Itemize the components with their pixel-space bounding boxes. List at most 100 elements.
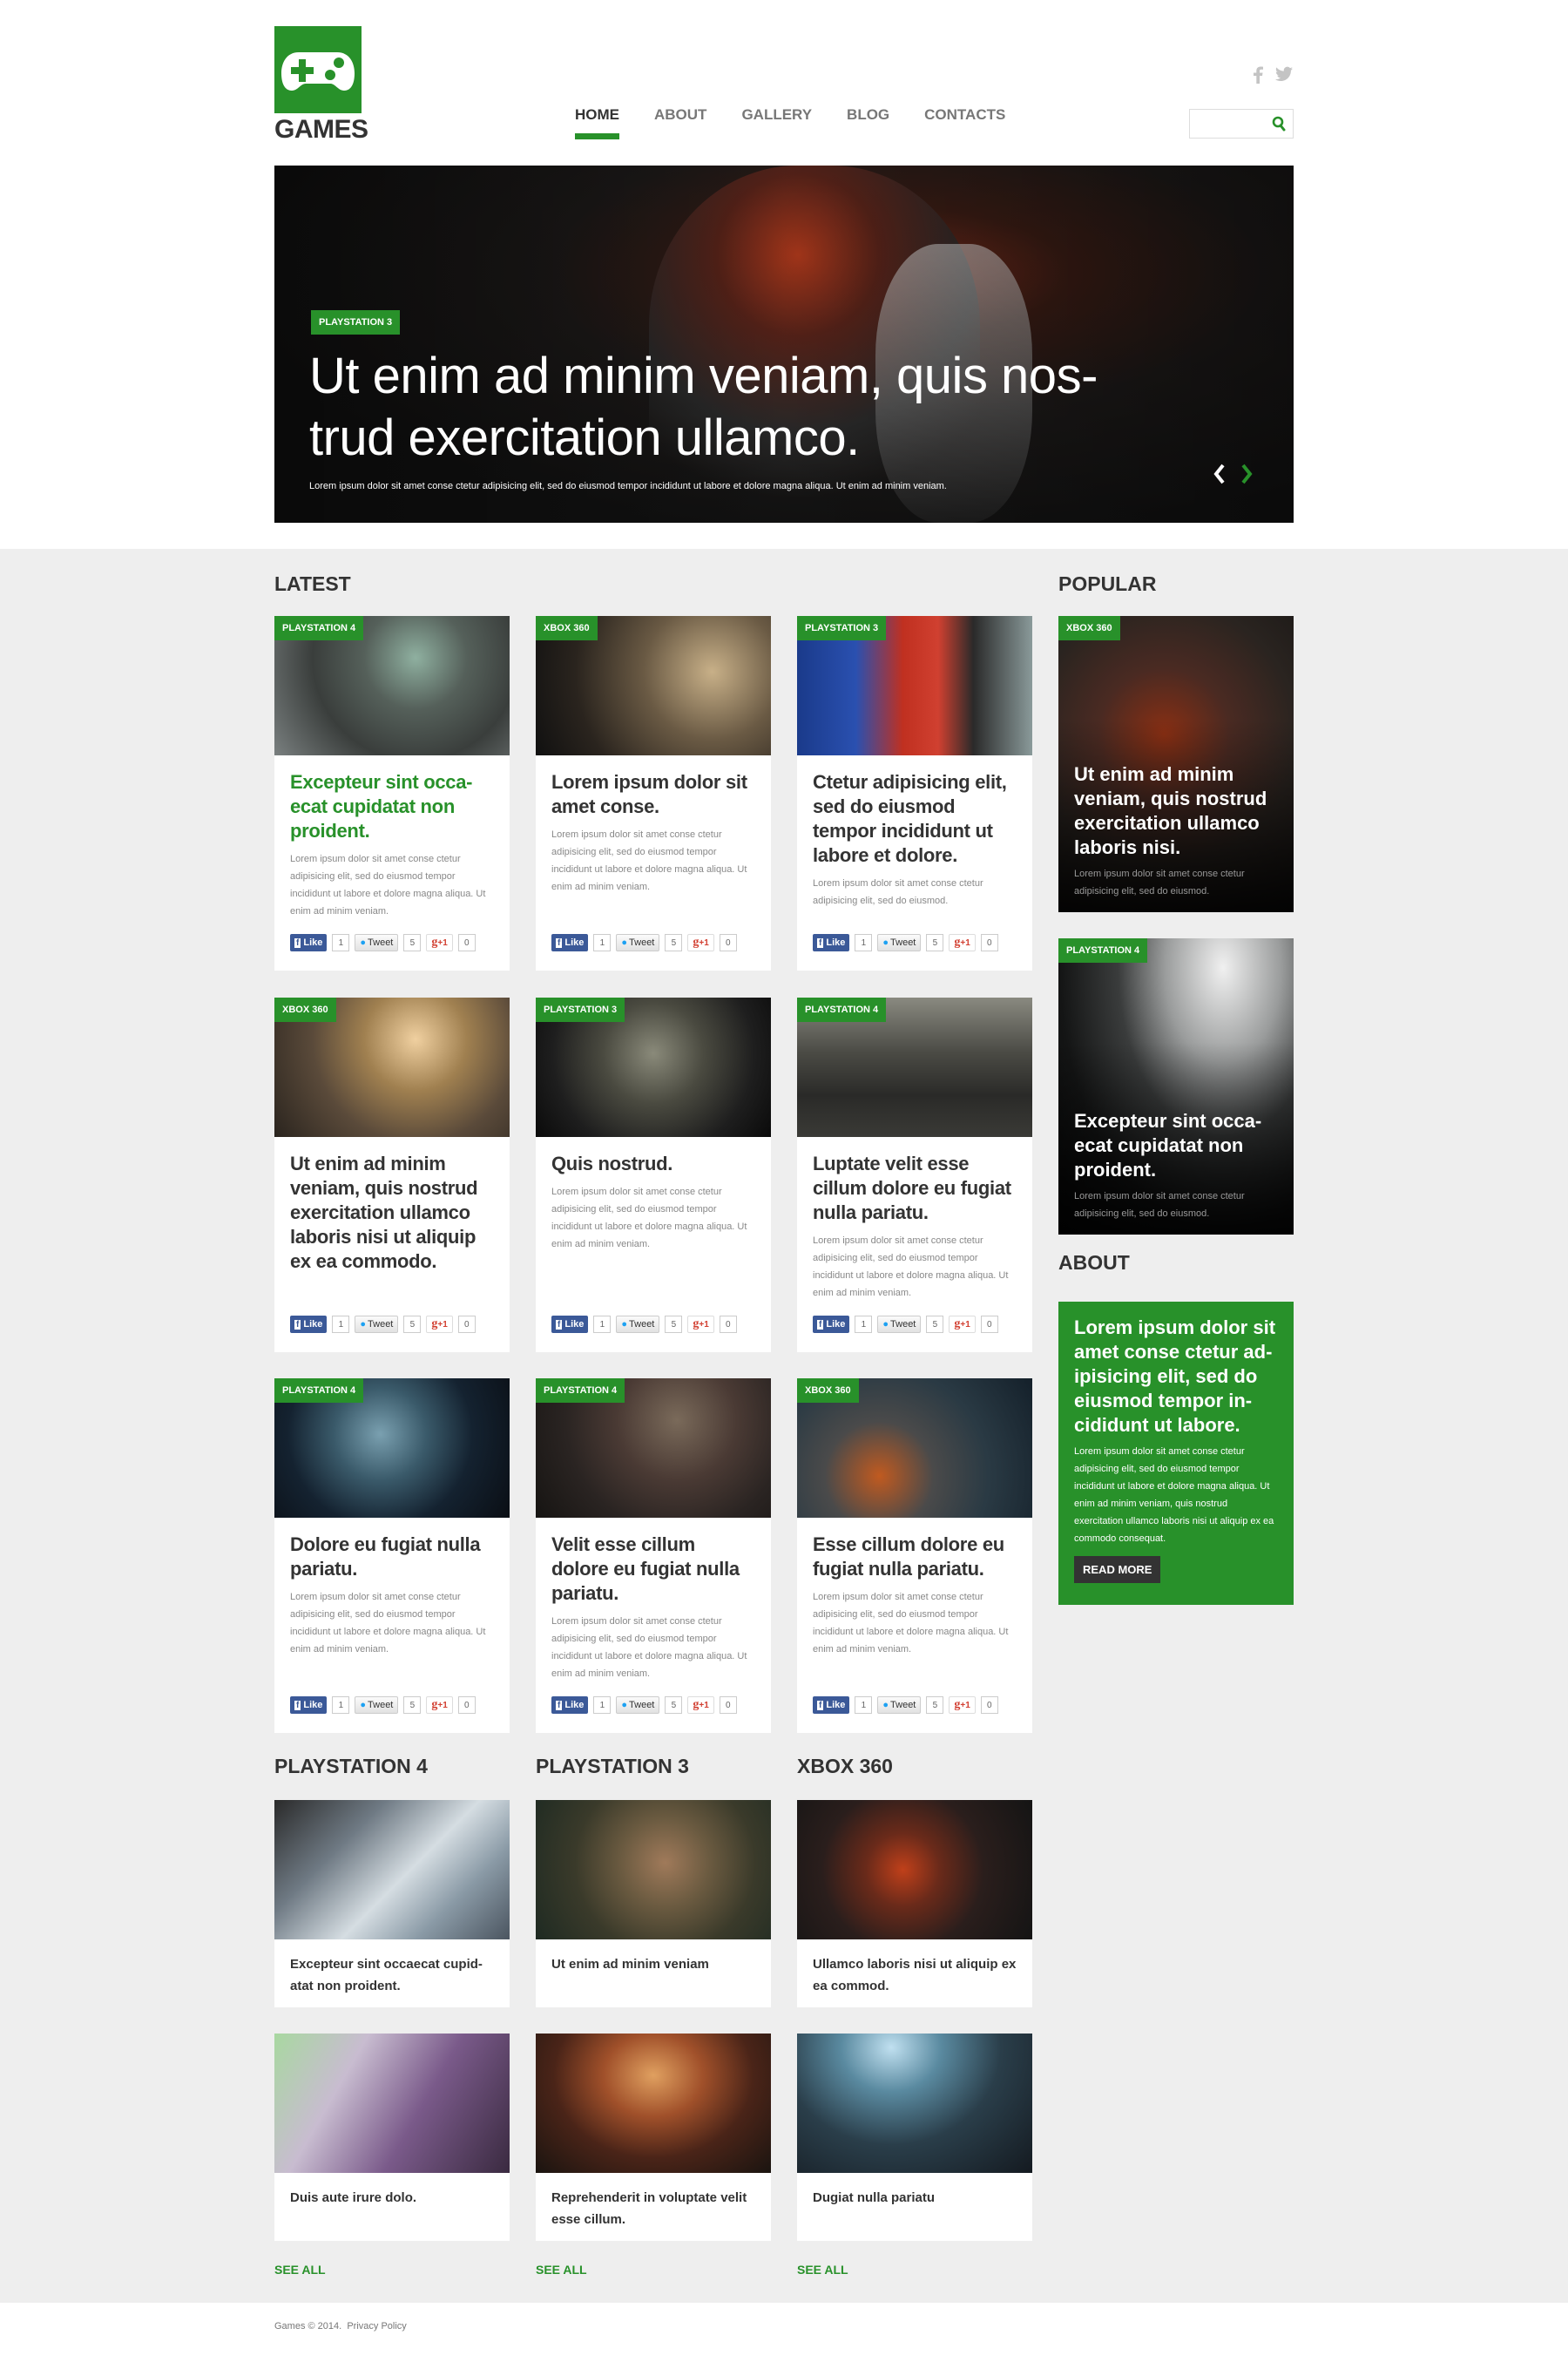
article-title[interactable]: Esse cillum dolore eu fugiat nulla paria… <box>813 1533 1017 1581</box>
article-image[interactable]: PLAYSTATION 3 <box>536 998 771 1137</box>
tweet-button[interactable]: ● Tweet <box>616 1316 660 1333</box>
google-plus-button[interactable]: g +1 <box>687 934 714 951</box>
popular-card[interactable]: PLAYSTATION 4 Excepteur sint occa-ecat c… <box>1058 938 1294 1235</box>
article-title[interactable]: Ut enim ad minim veniam, quis nostrud ex… <box>290 1152 494 1274</box>
logo[interactable] <box>274 26 362 113</box>
article-image[interactable]: PLAYSTATION 3 <box>797 616 1032 755</box>
hero-title[interactable]: Ut enim ad minim veniam, quis nos- trud … <box>309 345 1233 469</box>
category-card[interactable]: Duis aute irure dolo. <box>274 2034 510 2241</box>
nav-item-contacts[interactable]: CONTACTS <box>924 106 1005 124</box>
article-card[interactable]: PLAYSTATION 4 Velit esse cillum dolore eu… <box>536 1378 771 1733</box>
facebook-like-button[interactable]: f Like <box>813 1696 850 1714</box>
facebook-like-button[interactable]: f Like <box>551 934 589 951</box>
category-badge[interactable]: XBOX 360 <box>1058 616 1120 640</box>
nav-item-home[interactable]: HOME <box>575 106 619 139</box>
tweet-button[interactable]: ● Tweet <box>616 1696 660 1714</box>
article-title[interactable]: Luptate velit esse cillum dolore eu fugi… <box>813 1152 1017 1225</box>
twitter-icon[interactable] <box>1275 66 1293 87</box>
tweet-button[interactable]: ● Tweet <box>355 1696 399 1714</box>
tweet-button[interactable]: ● Tweet <box>616 934 660 951</box>
privacy-policy-link[interactable]: Privacy Policy <box>347 2321 406 2331</box>
article-image[interactable]: XBOX 360 <box>274 998 510 1137</box>
tweet-button[interactable]: ● Tweet <box>877 1696 922 1714</box>
facebook-like-button[interactable]: f Like <box>290 1696 328 1714</box>
tweet-button[interactable]: ● Tweet <box>877 934 922 951</box>
article-image[interactable]: PLAYSTATION 4 <box>536 1378 771 1518</box>
google-plus-button[interactable]: g +1 <box>687 1316 714 1333</box>
category-card-title[interactable]: Duis aute irure dolo. <box>274 2173 510 2209</box>
hero-slider[interactable]: PLAYSTATION 3 Ut enim ad minim veniam, q… <box>274 166 1294 523</box>
article-image[interactable]: PLAYSTATION 4 <box>274 1378 510 1518</box>
article-title[interactable]: Lorem ipsum dolor sit amet conse. <box>551 770 755 819</box>
category-card-title[interactable]: Excepteur sint occaecat cupid-atat non p… <box>274 1939 510 1997</box>
category-card-title[interactable]: Ut enim ad minim veniam <box>536 1939 771 1975</box>
tweet-button[interactable]: ● Tweet <box>877 1316 922 1333</box>
google-plus-button[interactable]: g +1 <box>949 1696 976 1714</box>
facebook-like-button[interactable]: f Like <box>551 1696 589 1714</box>
category-badge[interactable]: XBOX 360 <box>536 616 598 640</box>
category-card[interactable]: Ut enim ad minim veniam <box>536 1800 771 2007</box>
google-plus-button[interactable]: g +1 <box>426 1316 453 1333</box>
article-card[interactable]: XBOX 360 Lorem ipsum dolor sit amet conse… <box>536 616 771 971</box>
category-badge[interactable]: XBOX 360 <box>274 998 336 1022</box>
tweet-button[interactable]: ● Tweet <box>355 1316 399 1333</box>
prev-arrow-icon[interactable] <box>1213 463 1227 491</box>
google-plus-button[interactable]: g +1 <box>426 1696 453 1714</box>
google-plus-button[interactable]: g +1 <box>687 1696 714 1714</box>
category-card-title[interactable]: Ullamco laboris nisi ut aliquip ex ea co… <box>797 1939 1032 1997</box>
article-title[interactable]: Excepteur sint occa-ecat cupidatat non p… <box>290 770 494 843</box>
search-icon[interactable] <box>1272 116 1286 136</box>
popular-card-title[interactable]: Ut enim ad minim veniam, quis nostrud ex… <box>1074 762 1281 860</box>
hero-category-badge[interactable]: PLAYSTATION 3 <box>311 310 401 335</box>
article-card[interactable]: XBOX 360 Ut enim ad minim veniam, quis no… <box>274 998 510 1352</box>
article-image[interactable]: PLAYSTATION 4 <box>274 616 510 755</box>
tweet-button[interactable]: ● Tweet <box>355 934 399 951</box>
article-image[interactable]: XBOX 360 <box>797 1378 1032 1518</box>
article-title[interactable]: Quis nostrud. <box>551 1152 755 1176</box>
read-more-button[interactable]: READ MORE <box>1074 1556 1161 1583</box>
facebook-like-button[interactable]: f Like <box>290 1316 328 1333</box>
see-all-link[interactable]: SEE ALL <box>797 2263 848 2277</box>
article-image[interactable]: XBOX 360 <box>536 616 771 755</box>
article-title[interactable]: Dolore eu fugiat nulla pariatu. <box>290 1533 494 1581</box>
facebook-icon[interactable] <box>1253 66 1263 89</box>
category-card-title[interactable]: Reprehenderit in voluptate velit esse ci… <box>536 2173 771 2230</box>
google-plus-button[interactable]: g +1 <box>949 934 976 951</box>
nav-item-about[interactable]: ABOUT <box>654 106 706 124</box>
nav-item-blog[interactable]: BLOG <box>847 106 889 124</box>
article-image[interactable]: PLAYSTATION 4 <box>797 998 1032 1137</box>
article-card[interactable]: PLAYSTATION 4 Dolore eu fugiat nulla pari… <box>274 1378 510 1733</box>
next-arrow-icon[interactable] <box>1240 463 1254 491</box>
article-card[interactable]: PLAYSTATION 4 Excepteur sint occa-ecat cu… <box>274 616 510 971</box>
google-plus-button[interactable]: g +1 <box>949 1316 976 1333</box>
facebook-like-button[interactable]: f Like <box>813 934 850 951</box>
article-title[interactable]: Ctetur adipisicing elit, sed do eiusmod … <box>813 770 1017 868</box>
category-card[interactable]: Ullamco laboris nisi ut aliquip ex ea co… <box>797 1800 1032 2007</box>
category-card[interactable]: Reprehenderit in voluptate velit esse ci… <box>536 2034 771 2241</box>
category-badge[interactable]: PLAYSTATION 4 <box>1058 938 1148 963</box>
category-badge[interactable]: XBOX 360 <box>797 1378 859 1403</box>
see-all-link[interactable]: SEE ALL <box>536 2263 587 2277</box>
nav-item-gallery[interactable]: GALLERY <box>741 106 812 124</box>
category-badge[interactable]: PLAYSTATION 4 <box>536 1378 625 1403</box>
category-card[interactable]: Dugiat nulla pariatu <box>797 2034 1032 2241</box>
article-card[interactable]: PLAYSTATION 3 Ctetur adipisicing elit, se… <box>797 616 1032 971</box>
category-card[interactable]: Excepteur sint occaecat cupid-atat non p… <box>274 1800 510 2007</box>
see-all-link[interactable]: SEE ALL <box>274 2263 326 2277</box>
category-badge[interactable]: PLAYSTATION 4 <box>797 998 887 1022</box>
article-card[interactable]: PLAYSTATION 3 Quis nostrud. Lorem ipsum do… <box>536 998 771 1352</box>
category-card-title[interactable]: Dugiat nulla pariatu <box>797 2173 1032 2209</box>
facebook-like-button[interactable]: f Like <box>290 934 328 951</box>
category-badge[interactable]: PLAYSTATION 3 <box>797 616 887 640</box>
article-card[interactable]: XBOX 360 Esse cillum dolore eu fugiat nul… <box>797 1378 1032 1733</box>
popular-card-title[interactable]: Excepteur sint occa-ecat cupidatat non p… <box>1074 1109 1281 1182</box>
category-badge[interactable]: PLAYSTATION 3 <box>536 998 625 1022</box>
google-plus-button[interactable]: g +1 <box>426 934 453 951</box>
category-badge[interactable]: PLAYSTATION 4 <box>274 616 364 640</box>
popular-card[interactable]: XBOX 360 Ut enim ad minim veniam, quis n… <box>1058 616 1294 912</box>
facebook-like-button[interactable]: f Like <box>813 1316 850 1333</box>
facebook-like-button[interactable]: f Like <box>551 1316 589 1333</box>
category-badge[interactable]: PLAYSTATION 4 <box>274 1378 364 1403</box>
article-title[interactable]: Velit esse cillum dolore eu fugiat nulla… <box>551 1533 755 1606</box>
search-input[interactable] <box>1190 110 1268 138</box>
